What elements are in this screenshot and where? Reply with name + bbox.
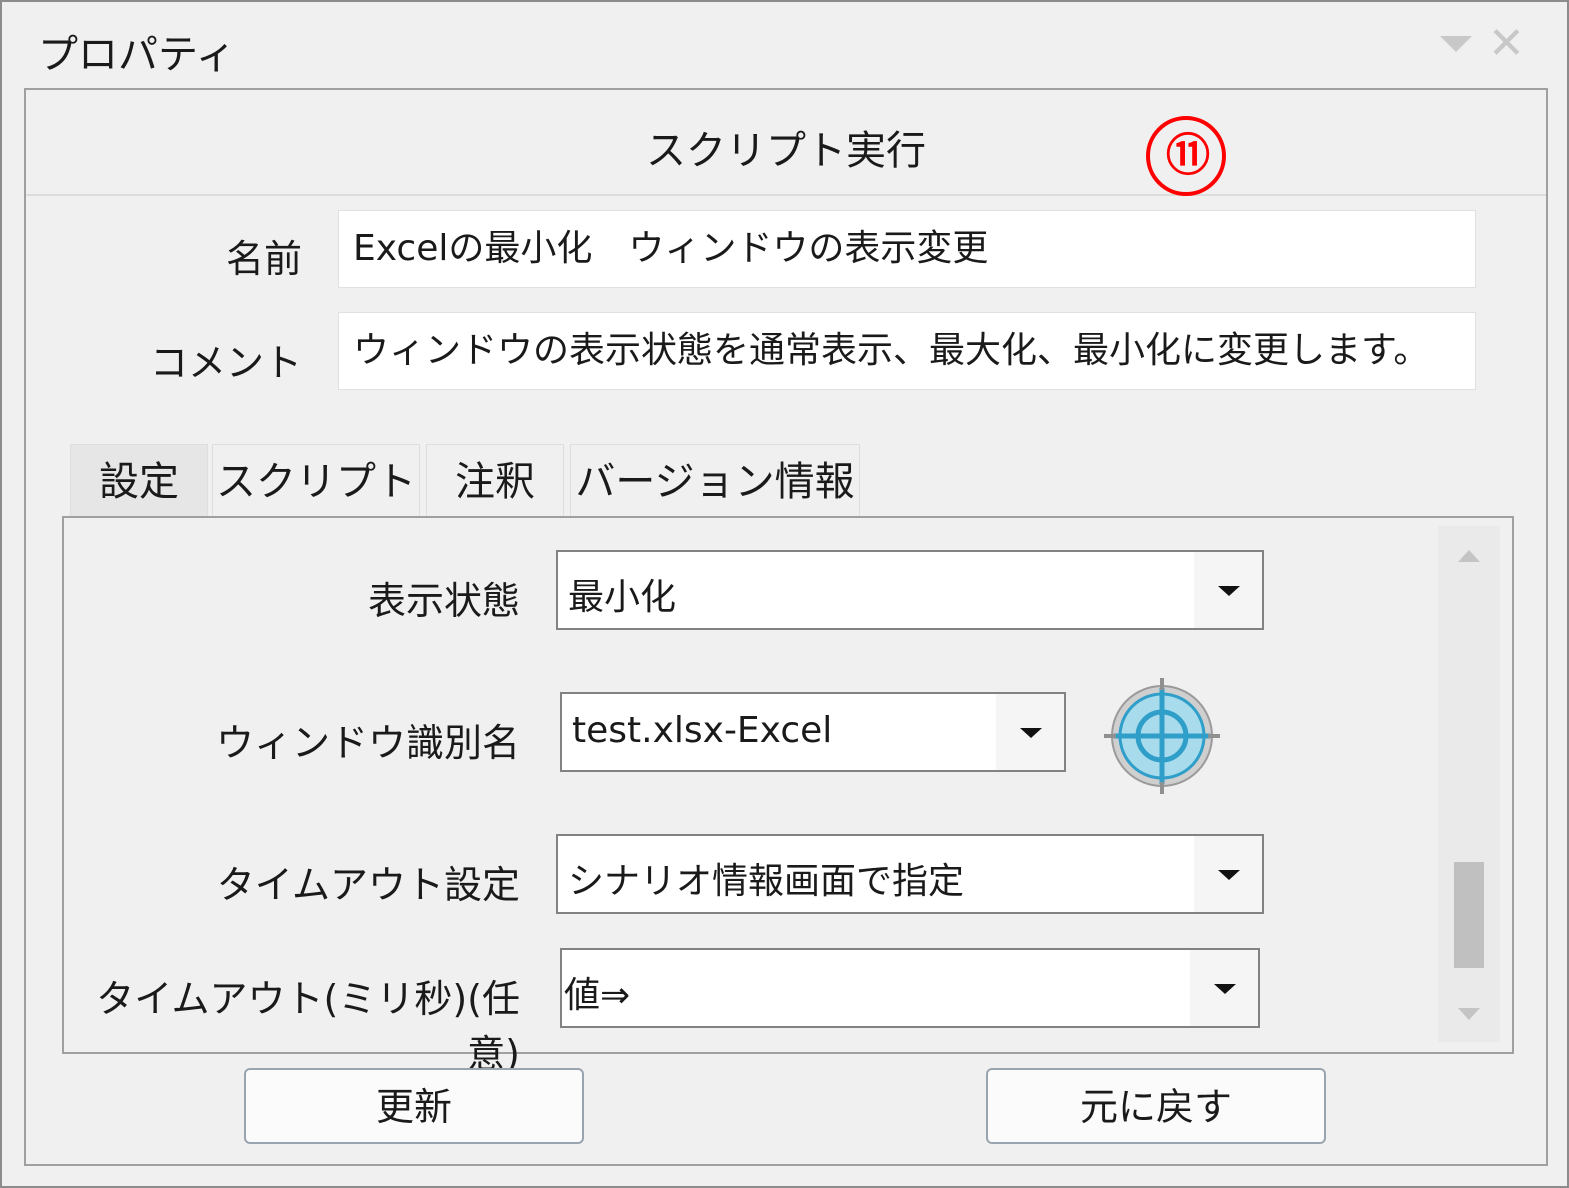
display-state-label: 表示状態 bbox=[367, 579, 520, 623]
tab-script[interactable]: スクリプト bbox=[212, 444, 420, 516]
panel-header: スクリプト実行 ⑪ bbox=[26, 90, 1546, 196]
settings-tab-content: 表示状態 最小化 ウィンドウ識別名 test.xlsx-Excel タイムアウト… bbox=[62, 516, 1514, 1076]
crosshair-target-icon[interactable] bbox=[1104, 678, 1220, 794]
display-state-select[interactable]: 最小化 bbox=[556, 550, 1264, 630]
name-label: 名前 bbox=[225, 237, 302, 281]
panel-title: スクリプト実行 bbox=[646, 128, 926, 174]
scroll-down-icon[interactable] bbox=[1458, 1008, 1480, 1020]
revert-button[interactable]: 元に戻す bbox=[986, 1068, 1326, 1144]
timeout-setting-select[interactable]: シナリオ情報画面で指定 bbox=[556, 834, 1264, 914]
timeout-ms-select[interactable]: 値⇒ bbox=[560, 948, 1260, 1028]
timeout-ms-label: タイムアウト(ミリ秒)(任意) bbox=[96, 977, 520, 1076]
name-input[interactable]: Excelの最小化 ウィンドウの表示変更 bbox=[338, 210, 1476, 288]
tab-settings[interactable]: 設定 bbox=[70, 444, 208, 516]
window-title: プロパティ bbox=[38, 32, 236, 78]
window-id-select[interactable]: test.xlsx-Excel bbox=[560, 692, 1066, 772]
timeout-setting-label: タイムアウト設定 bbox=[216, 863, 520, 907]
chevron-down-icon[interactable] bbox=[1190, 950, 1258, 1026]
window-id-label: ウィンドウ識別名 bbox=[215, 721, 520, 765]
timeout-setting-value: シナリオ情報画面で指定 bbox=[568, 861, 965, 902]
chevron-down-icon[interactable] bbox=[1194, 836, 1262, 912]
tab-annotation[interactable]: 注釈 bbox=[426, 444, 564, 516]
chevron-down-icon[interactable] bbox=[996, 694, 1064, 770]
dropdown-arrow-icon[interactable] bbox=[1440, 36, 1472, 52]
scrollbar-thumb[interactable] bbox=[1454, 862, 1484, 968]
annotation-marker: ⑪ bbox=[1146, 116, 1226, 196]
tab-version-info[interactable]: バージョン情報 bbox=[570, 444, 860, 516]
properties-window: プロパティ ✕ スクリプト実行 ⑪ 名前 Excelの最小化 ウィンドウの表示変… bbox=[0, 0, 1569, 1188]
scroll-up-icon[interactable] bbox=[1458, 550, 1480, 562]
display-state-value: 最小化 bbox=[568, 577, 677, 618]
vertical-scrollbar[interactable] bbox=[1438, 526, 1500, 1042]
title-bar: プロパティ ✕ bbox=[2, 2, 1567, 86]
timeout-ms-value: 値⇒ bbox=[564, 975, 631, 1016]
close-icon[interactable]: ✕ bbox=[1488, 22, 1525, 66]
window-id-value: test.xlsx-Excel bbox=[572, 710, 833, 751]
properties-panel: スクリプト実行 ⑪ 名前 Excelの最小化 ウィンドウの表示変更 コメント ウ… bbox=[24, 88, 1548, 1166]
comment-input[interactable]: ウィンドウの表示状態を通常表示、最大化、最小化に変更します。 bbox=[338, 312, 1476, 390]
chevron-down-icon[interactable] bbox=[1194, 552, 1262, 628]
update-button[interactable]: 更新 bbox=[244, 1068, 584, 1144]
comment-label: コメント bbox=[149, 341, 302, 385]
